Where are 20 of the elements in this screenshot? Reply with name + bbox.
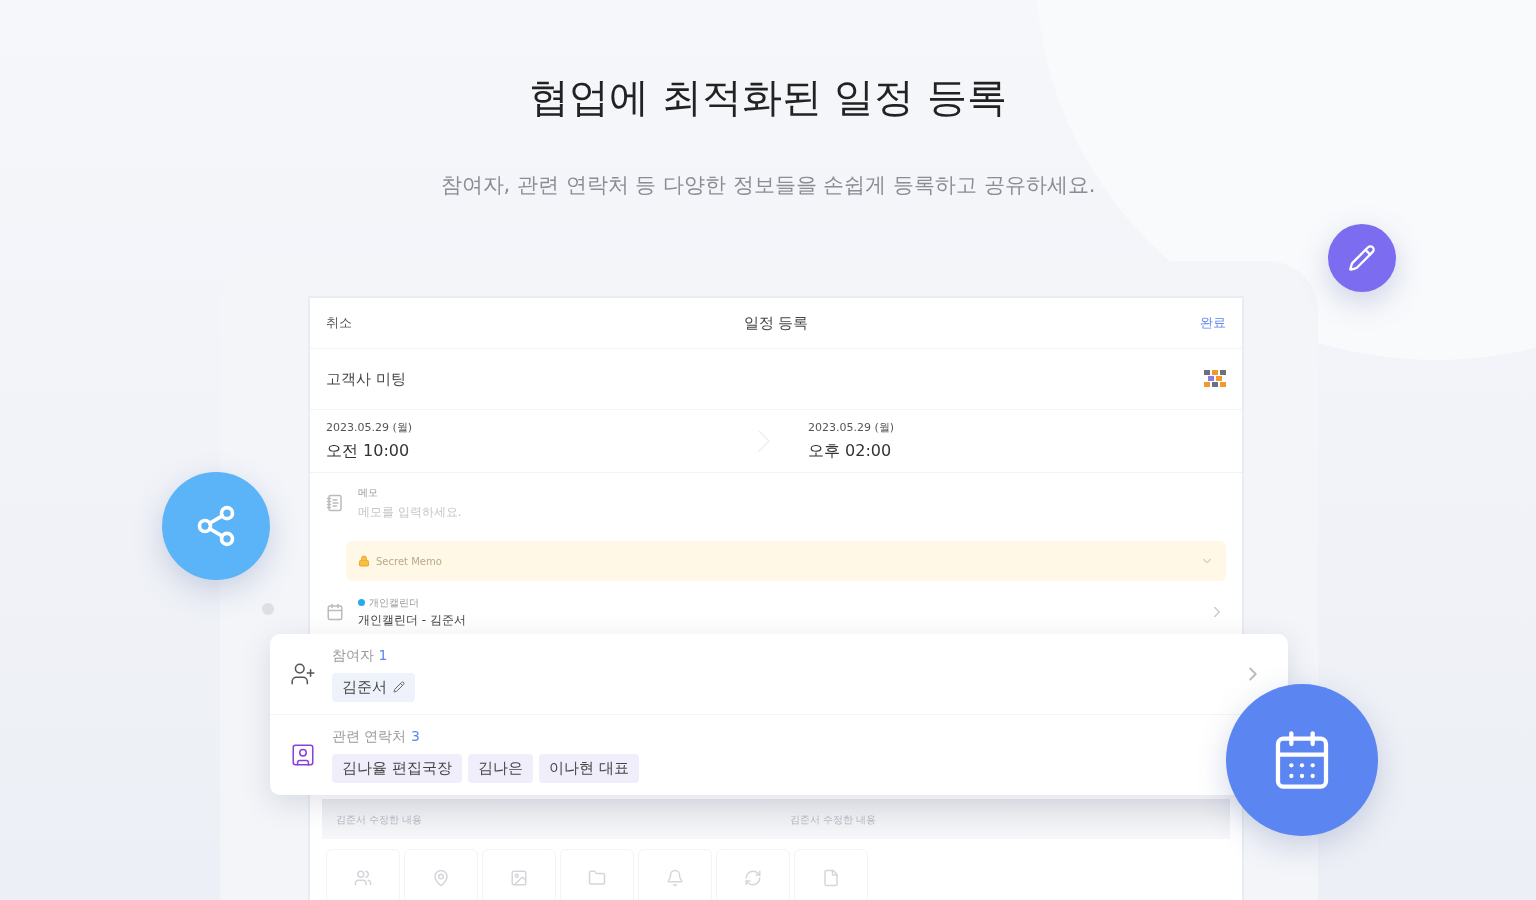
time-text: 오후 02:00 (808, 441, 893, 462)
contact-chip[interactable]: 김나은 (467, 753, 533, 783)
contact-chip[interactable]: 김나율 편집국장 (332, 753, 462, 783)
headline: 협업에 최적화된 일정 등록 (528, 73, 1008, 122)
event-title: 고객사 미팅 (326, 369, 406, 389)
subtitle: 참여자, 관련 연락처 등 다양한 정보들을 손쉽게 등록하고 공유하세요. (440, 172, 1096, 199)
secret-memo-label: Secret Memo (376, 555, 442, 567)
done-button[interactable]: 완료 (1200, 314, 1226, 332)
screen-title: 일정 등록 (743, 313, 809, 333)
section-label: 관련 연락처 3 (332, 727, 421, 746)
date-text: 2023.05.29 (월) (326, 420, 414, 435)
section-label: 참여자 1 (332, 646, 389, 665)
memo-label: 메모 (358, 485, 379, 500)
calendar-value: 개인캘린더 - 김준서 (358, 611, 466, 629)
cancel-button[interactable]: 취소 (326, 314, 352, 332)
date-text: 2023.05.29 (월) (808, 420, 896, 435)
contact-chip[interactable]: 이나현 대표 (538, 753, 639, 783)
calendar-name: 개인캘린더 (369, 595, 419, 610)
time-text: 오전 10:00 (326, 441, 411, 462)
participant-chip[interactable]: 김준서 (332, 672, 415, 702)
